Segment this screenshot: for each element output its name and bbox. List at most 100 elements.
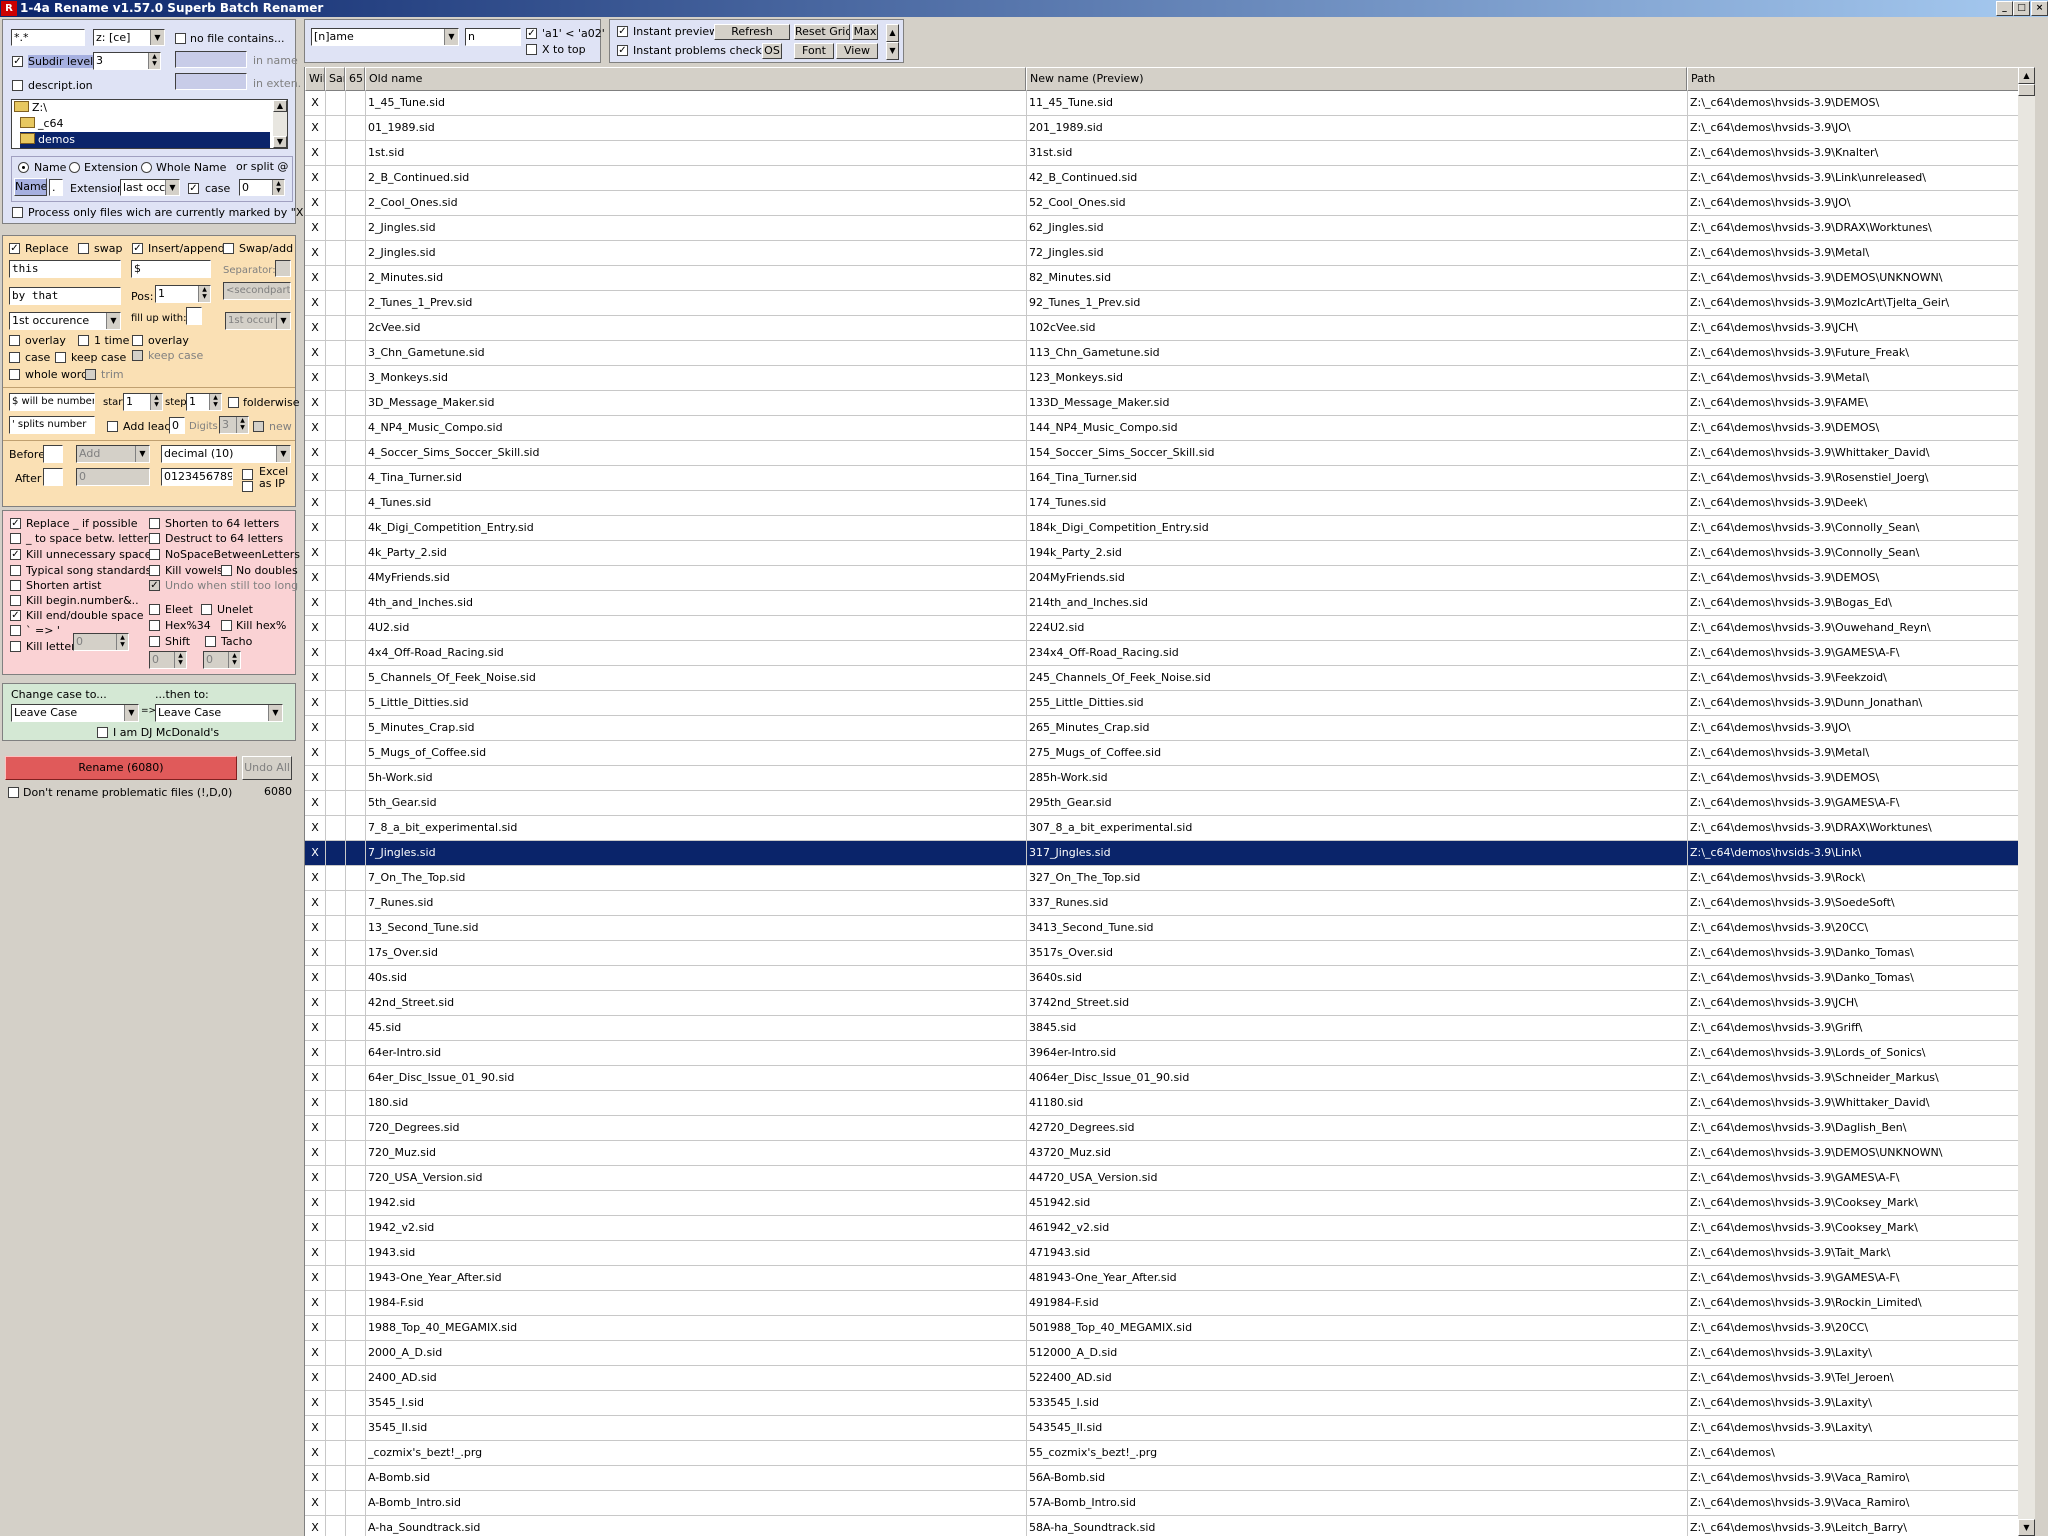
spinner-icon[interactable]: ▲ ▼ [236,417,248,433]
new-name-cell[interactable]: 11_45_Tune.sid [1029,91,1684,115]
path-cell[interactable]: Z:\_c64\demos\hvsids-3.9\DRAX\Worktunes\ [1690,816,2015,840]
mark-cell[interactable]: X [307,1116,323,1140]
mark-cell[interactable]: X [307,1066,323,1090]
table-row[interactable]: X 4x4_Off-Road_Racing.sid 234x4_Off-Road_R… [305,641,2019,666]
x-to-top-checkbox[interactable] [526,44,537,55]
table-row[interactable]: X 3D_Message_Maker.sid 133D_Message_Maker.… [305,391,2019,416]
old-name-cell[interactable]: 4_Tunes.sid [368,491,1023,515]
replace-by-input[interactable]: by that [9,287,121,305]
new-name-cell[interactable]: 62_Jingles.sid [1029,216,1684,240]
old-name-cell[interactable]: 2_Cool_Ones.sid [368,191,1023,215]
new-name-cell[interactable]: 123_Monkeys.sid [1029,366,1684,390]
path-cell[interactable]: Z:\_c64\demos\hvsids-3.9\Metal\ [1690,741,2015,765]
mark-cell[interactable]: X [307,216,323,240]
path-cell[interactable]: Z:\_c64\demos\hvsids-3.9\Laxity\ [1690,1341,2015,1365]
mark-cell[interactable]: X [307,516,323,540]
table-row[interactable]: X 3545_II.sid 543545_II.sid Z:\_c64\demos\h… [305,1416,2019,1441]
new-name-cell[interactable]: 255_Little_Ditties.sid [1029,691,1684,715]
path-cell[interactable]: Z:\_c64\demos\hvsids-3.9\Rockin_Limited\ [1690,1291,2015,1315]
table-row[interactable]: X 2_B_Continued.sid 42_B_Continued.sid Z:\_… [305,166,2019,191]
dont-rename-checkbox[interactable] [8,787,19,798]
option-right-checkbox-3[interactable] [149,565,160,576]
option-right-checkbox-6[interactable] [149,604,160,615]
new-name-cell[interactable]: 327_On_The_Top.sid [1029,866,1684,890]
new-name-cell[interactable]: 451942.sid [1029,1191,1684,1215]
instant-problems-checkbox[interactable]: ✓ [617,45,628,56]
table-row[interactable]: X 4k_Digi_Competition_Entry.sid 184k_Digi_… [305,516,2019,541]
mark-cell[interactable]: X [307,166,323,190]
option-checkbox-4[interactable] [10,580,21,591]
fill-up-input[interactable] [186,307,202,325]
table-row[interactable]: X 5_Little_Ditties.sid 255_Little_Ditties.… [305,691,2019,716]
folderwise-checkbox[interactable] [228,397,239,408]
insert-overlay-checkbox[interactable] [132,335,143,346]
add-value-input[interactable]: 0 [76,468,150,486]
old-name-cell[interactable]: 4U2.sid [368,616,1023,640]
path-cell[interactable]: Z:\_c64\demos\hvsids-3.9\GAMES\A-F\ [1690,1166,2015,1190]
in-name-input[interactable] [175,51,247,68]
table-row[interactable]: X 4_Tunes.sid 174_Tunes.sid Z:\_c64\demos\h… [305,491,2019,516]
insert-input[interactable]: $ [131,260,211,278]
case-checkbox[interactable]: ✓ [188,183,199,194]
no-file-contains-checkbox[interactable] [175,33,186,44]
table-row[interactable]: X 40s.sid 3640s.sid Z:\_c64\demos\hvsids-3.… [305,966,2019,991]
mark-cell[interactable]: X [307,141,323,165]
excel-as-ip-checkbox-2[interactable] [242,481,253,492]
new-name-cell[interactable]: 337_Runes.sid [1029,891,1684,915]
old-name-cell[interactable]: 1942.sid [368,1191,1023,1215]
table-row[interactable]: X 1942_v2.sid 461942_v2.sid Z:\_c64\demos\h… [305,1216,2019,1241]
old-name-cell[interactable]: 2_Jingles.sid [368,216,1023,240]
table-row[interactable]: X 5th_Gear.sid 295th_Gear.sid Z:\_c64\demos… [305,791,2019,816]
mark-cell[interactable]: X [307,1316,323,1340]
table-row[interactable]: X 4th_and_Inches.sid 214th_and_Inches.sid Z… [305,591,2019,616]
table-row[interactable]: X 4_Soccer_Sims_Soccer_Skill.sid 154_Socce… [305,441,2019,466]
option-checkbox-6[interactable]: ✓ [10,610,21,621]
lead-input[interactable]: 0 [169,417,185,434]
path-cell[interactable]: Z:\_c64\demos\hvsids-3.9\Tait_Mark\ [1690,1241,2015,1265]
replace-this-input[interactable]: this [9,260,121,278]
new-name-cell[interactable]: 245_Channels_Of_Feek_Noise.sid [1029,666,1684,690]
mark-cell[interactable]: X [307,441,323,465]
mark-cell[interactable]: X [307,1266,323,1290]
column-header-old-name[interactable]: Old name [365,67,1026,91]
path-cell[interactable]: Z:\_c64\demos\hvsids-3.9\MozIcArt\Tjelta… [1690,291,2015,315]
old-name-cell[interactable]: 64er_Disc_Issue_01_90.sid [368,1066,1023,1090]
table-row[interactable]: X 1st.sid 31st.sid Z:\_c64\demos\hvsids-3.9… [305,141,2019,166]
old-name-cell[interactable]: A-ha_Soundtrack.sid [368,1516,1023,1536]
mark-cell[interactable]: X [307,1466,323,1490]
option-right-checkbox-9[interactable] [221,620,232,631]
tree-item-c64[interactable]: _c64 [20,116,270,132]
new-name-cell[interactable]: 164_Tina_Turner.sid [1029,466,1684,490]
table-row[interactable]: X 2400_AD.sid 522400_AD.sid Z:\_c64\demos\h… [305,1366,2019,1391]
mark-cell[interactable]: X [307,666,323,690]
path-cell[interactable]: Z:\_c64\demos\hvsids-3.9\DEMOS\ [1690,416,2015,440]
table-row[interactable]: X 7_Jingles.sid 317_Jingles.sid Z:\_c64\dem… [305,841,2019,866]
mark-cell[interactable]: X [307,966,323,990]
scroll-down-icon[interactable]: ▼ [2018,1519,2035,1536]
old-name-cell[interactable]: 1984-F.sid [368,1291,1023,1315]
subdir-levels-checkbox[interactable]: ✓ [12,56,23,67]
mark-cell[interactable]: X [307,866,323,890]
option-checkbox-3[interactable] [10,565,21,576]
new-name-cell[interactable]: 72_Jingles.sid [1029,241,1684,265]
option-checkbox-2[interactable]: ✓ [10,549,21,560]
old-name-cell[interactable]: 1988_Top_40_MEGAMIX.sid [368,1316,1023,1340]
new-name-cell[interactable]: 3517s_Over.sid [1029,941,1684,965]
path-cell[interactable]: Z:\_c64\demos\ [1690,1441,2015,1465]
tree-scrollbar[interactable]: ▲ ▼ [273,100,287,148]
os-button[interactable]: OS [762,43,782,59]
new-name-cell[interactable]: 154_Soccer_Sims_Soccer_Skill.sid [1029,441,1684,465]
old-name-cell[interactable]: 2cVee.sid [368,316,1023,340]
old-name-cell[interactable]: 4_NP4_Music_Compo.sid [368,416,1023,440]
table-row[interactable]: X 2000_A_D.sid 512000_A_D.sid Z:\_c64\demos… [305,1341,2019,1366]
old-name-cell[interactable]: 5_Mugs_of_Coffee.sid [368,741,1023,765]
mark-cell[interactable]: X [307,641,323,665]
separator-input[interactable] [275,260,291,277]
pos-input[interactable]: 1 ▲ ▼ [155,285,211,303]
option-right-checkbox-5[interactable]: ✓ [149,580,160,591]
new-name-cell[interactable]: 3964er-Intro.sid [1029,1041,1684,1065]
old-name-cell[interactable]: 1942_v2.sid [368,1216,1023,1240]
new-name-cell[interactable]: 44720_USA_Version.sid [1029,1166,1684,1190]
table-row[interactable]: X 2_Cool_Ones.sid 52_Cool_Ones.sid Z:\_c64\… [305,191,2019,216]
table-row[interactable]: X 5_Channels_Of_Feek_Noise.sid 245_Channel… [305,666,2019,691]
